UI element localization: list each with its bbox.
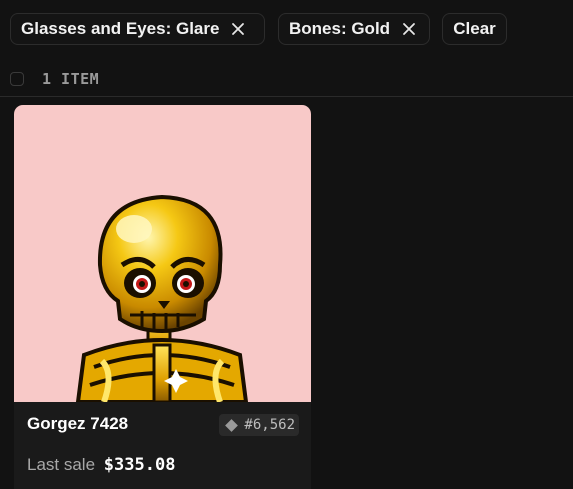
close-icon[interactable]	[231, 22, 245, 36]
item-count: 1 ITEM	[42, 70, 100, 88]
results-header: 1 ITEM	[10, 70, 99, 88]
clear-filters-button[interactable]: Clear	[442, 13, 507, 45]
nft-name[interactable]: Gorgez 7428	[27, 414, 128, 434]
last-sale-price: $335.08	[103, 455, 176, 475]
nft-card[interactable]: Gorgez 7428 #6,562 Last sale $335.08	[14, 105, 311, 489]
rarity-rank-badge: #6,562	[219, 414, 299, 436]
divider	[0, 96, 573, 97]
last-sale: Last sale $335.08	[27, 455, 175, 475]
filter-chip-glasses-and-eyes[interactable]: Glasses and Eyes: Glare	[10, 13, 265, 45]
diamond-icon	[225, 418, 239, 432]
nft-image[interactable]	[14, 105, 311, 402]
rank-value: #6,562	[244, 417, 295, 433]
filter-chip-label: Glasses and Eyes: Glare	[21, 19, 220, 38]
filter-chip-bones[interactable]: Bones: Gold	[278, 13, 430, 45]
gold-skeleton-image	[75, 194, 249, 402]
card-info: Gorgez 7428 #6,562 Last sale $335.08	[14, 402, 311, 489]
close-icon[interactable]	[402, 22, 416, 36]
clear-label: Clear	[453, 19, 496, 38]
last-sale-label: Last sale	[27, 455, 96, 474]
select-all-checkbox[interactable]	[10, 72, 24, 86]
filter-chip-label: Bones: Gold	[289, 19, 391, 38]
